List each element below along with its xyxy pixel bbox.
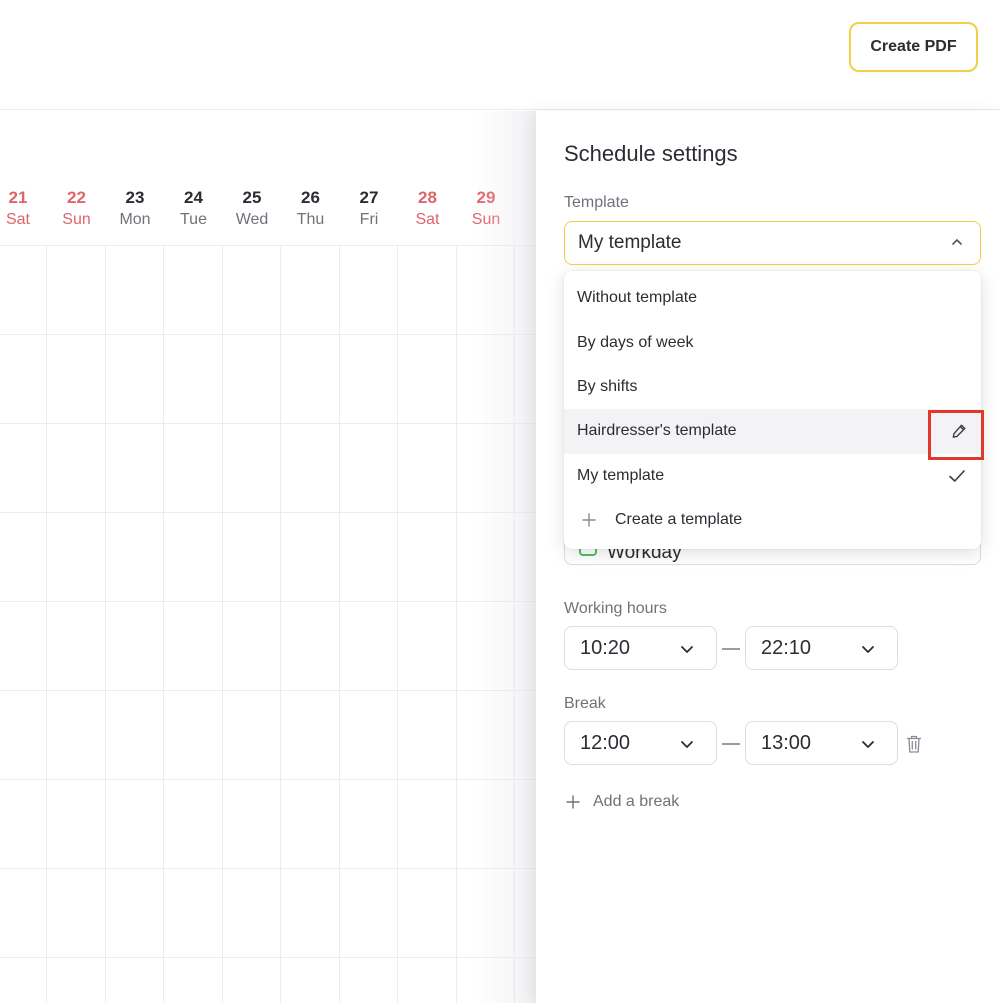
- panel-title: Schedule settings: [564, 141, 738, 166]
- day-header[interactable]: 28 Sat: [399, 187, 457, 231]
- template-option-my-template[interactable]: My template: [564, 454, 981, 498]
- grid-row-line: [0, 868, 536, 869]
- day-name: Sat: [415, 211, 440, 228]
- create-pdf-button[interactable]: Create PDF: [849, 22, 978, 72]
- template-select-value: My template: [578, 232, 682, 253]
- grid-row-line: [0, 779, 536, 780]
- calendar-fade: [476, 111, 536, 1003]
- day-header[interactable]: 21 Sat: [0, 187, 47, 231]
- day-name: Sun: [62, 211, 91, 228]
- create-template-option[interactable]: Create a template: [564, 498, 981, 542]
- day-name: Thu: [296, 211, 325, 228]
- day-number: 26: [301, 188, 320, 207]
- day-number: 27: [359, 188, 379, 207]
- day-number: 23: [125, 188, 145, 207]
- break-label: Break: [564, 695, 606, 712]
- template-option-days-of-week[interactable]: By days of week: [564, 320, 981, 364]
- working-hours-from-value: 10:20: [580, 636, 631, 659]
- calendar-grid: 21 Sat 22 Sun 23 Mon 24 Tue 25 Wed 26 Thu 27 Fri 28 Sat…: [0, 111, 536, 1003]
- check-icon: [949, 469, 965, 482]
- template-option-without[interactable]: Without template: [564, 276, 981, 320]
- break-from-select[interactable]: 12:00: [564, 721, 717, 765]
- working-hours-from-select[interactable]: 10:20: [564, 626, 717, 670]
- grid-row-line: [0, 423, 536, 424]
- day-header[interactable]: 22 Sun: [48, 187, 106, 231]
- grid-row-line: [0, 957, 536, 958]
- day-name: Mon: [119, 211, 151, 228]
- day-number: 25: [242, 188, 262, 207]
- trash-icon[interactable]: [906, 734, 922, 754]
- day-header[interactable]: 25 Wed: [223, 187, 281, 231]
- add-break-button[interactable]: Add a break: [566, 793, 679, 811]
- option-label: By days of week: [577, 333, 694, 351]
- working-hours-label: Working hours: [564, 600, 667, 617]
- grid-column-line: [338, 245, 340, 1003]
- template-dropdown: Without template By days of week By shif…: [564, 271, 981, 549]
- calendar-cells[interactable]: [0, 245, 536, 1003]
- day-name: Wed: [235, 211, 269, 228]
- break-from-value: 12:00: [580, 731, 631, 754]
- day-header[interactable]: 26 Thu: [282, 187, 340, 231]
- option-label: By shifts: [577, 377, 638, 395]
- chevron-down-icon: [862, 741, 874, 748]
- add-break-label: Add a break: [593, 793, 680, 810]
- day-name: Tue: [180, 211, 207, 228]
- range-separator: [722, 743, 740, 745]
- plus-icon: [566, 795, 580, 809]
- grid-row-line: [0, 690, 536, 691]
- grid-row-line: [0, 334, 536, 335]
- working-hours-to-value: 22:10: [761, 636, 812, 659]
- schedule-settings-panel: Schedule settings Template My template W…: [536, 111, 1000, 1003]
- break-to-select[interactable]: 13:00: [745, 721, 898, 765]
- template-option-shifts[interactable]: By shifts: [564, 365, 981, 409]
- grid-column-line: [221, 245, 223, 1003]
- chevron-down-icon: [681, 741, 693, 748]
- day-header[interactable]: 23 Mon: [106, 187, 164, 231]
- grid-column-line: [104, 245, 106, 1003]
- range-separator: [722, 648, 740, 650]
- chevron-down-icon: [681, 646, 693, 653]
- day-number: 22: [67, 188, 86, 207]
- grid-column-line: [280, 245, 281, 1003]
- top-bar: Create PDF: [0, 0, 1000, 110]
- working-hours-to-select[interactable]: 22:10: [745, 626, 898, 670]
- break-to-value: 13:00: [761, 731, 812, 754]
- grid-column-line: [46, 245, 47, 1003]
- template-label: Template: [564, 194, 629, 211]
- day-number: 24: [184, 188, 203, 207]
- chevron-up-icon: [952, 239, 962, 245]
- option-label: Hairdresser's template: [577, 422, 737, 440]
- grid-row-line: [0, 245, 536, 246]
- option-label: Without template: [577, 289, 698, 307]
- create-template-label: Create a template: [615, 511, 743, 529]
- template-option-hairdresser[interactable]: Hairdresser's template: [564, 409, 981, 454]
- day-number: 28: [418, 188, 437, 207]
- grid-column-line: [455, 245, 457, 1003]
- plus-icon: [582, 513, 596, 527]
- day-header[interactable]: 24 Tue: [165, 187, 223, 231]
- template-select[interactable]: My template: [564, 221, 981, 265]
- day-header[interactable]: 27 Fri: [340, 187, 398, 231]
- day-name: Fri: [359, 211, 379, 228]
- grid-row-line: [0, 512, 536, 513]
- grid-column-line: [397, 245, 398, 1003]
- chevron-down-icon: [862, 646, 874, 653]
- day-number: 21: [8, 188, 28, 207]
- grid-column-line: [163, 245, 164, 1003]
- edit-icon[interactable]: [950, 422, 968, 440]
- grid-row-line: [0, 601, 536, 602]
- option-label: My template: [577, 466, 665, 484]
- day-name: Sat: [5, 211, 30, 228]
